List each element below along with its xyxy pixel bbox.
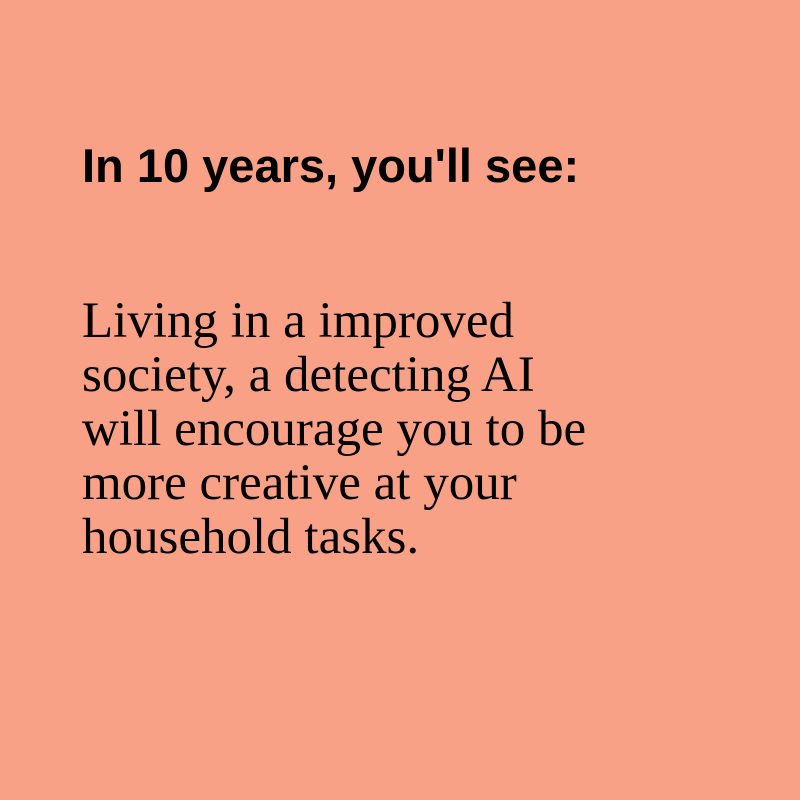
body-line: Living in a improved [82, 293, 515, 349]
body-line: more creative at your [82, 455, 517, 511]
body-line: household tasks. [82, 509, 420, 565]
body-line: society, a detecting AI [82, 347, 535, 403]
body-line: will encourage you to be [82, 401, 587, 457]
heading: In 10 years, you'll see: [82, 139, 580, 192]
body-text: Living in a improved society, a detectin… [82, 294, 682, 564]
